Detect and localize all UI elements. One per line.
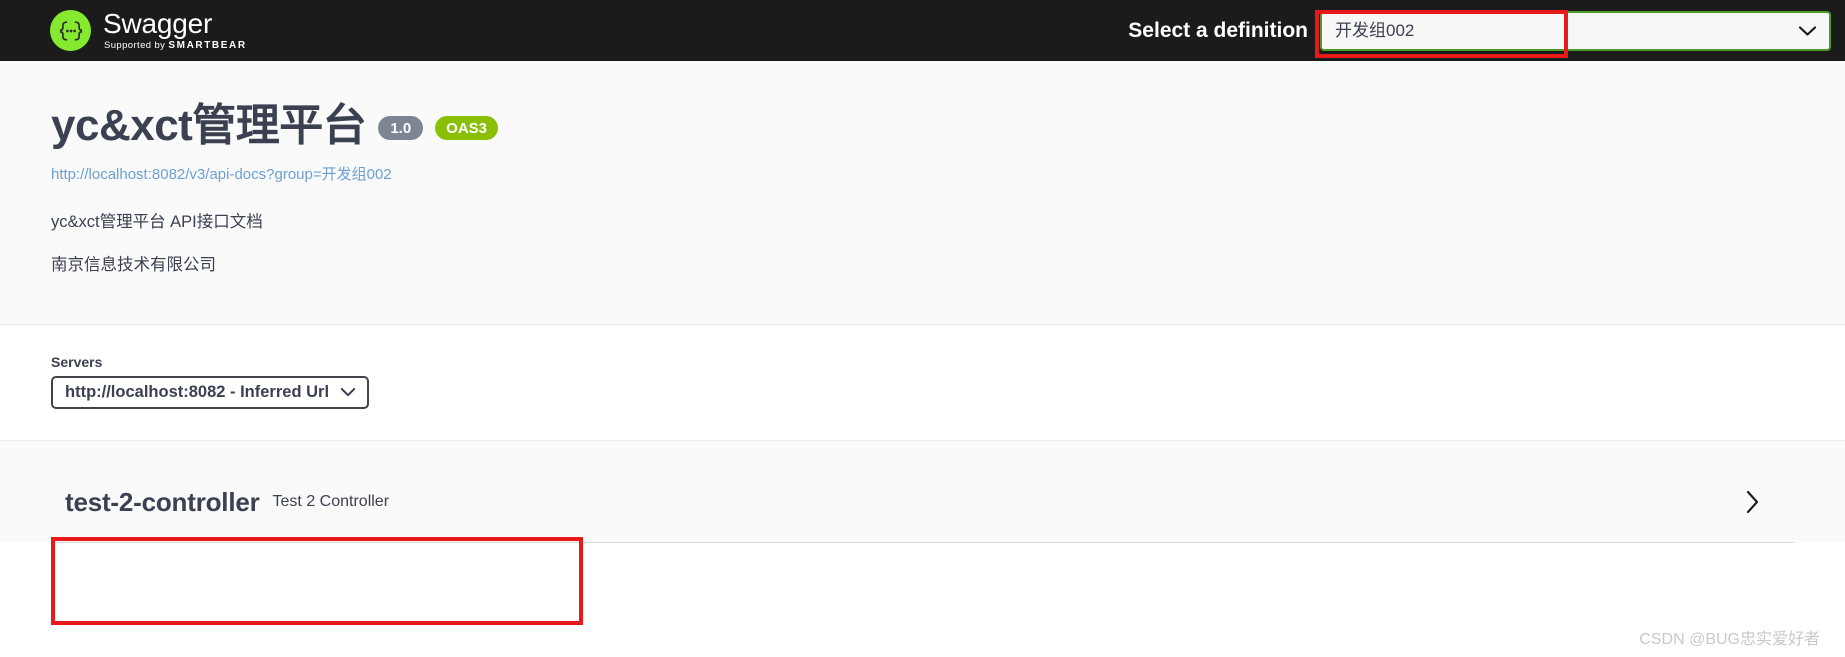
server-select[interactable]: http://localhost:8082 - Inferred Url: [51, 375, 369, 409]
server-select-wrap: http://localhost:8082 - Inferred Url: [51, 375, 369, 409]
watermark: CSDN @BUG忠实爱好者: [1639, 631, 1820, 648]
api-description-line-1: yc&xct管理平台 API接口文档: [51, 213, 263, 232]
smartbear-name: SMARTBEAR: [168, 40, 247, 51]
api-title-row: yc&xct管理平台 1.0 OAS3: [51, 101, 1794, 150]
swagger-braces-logo-icon: [50, 10, 91, 51]
topbar: Swagger Supported by SMARTBEAR Select a …: [0, 0, 1845, 61]
tag-header-test-2-controller[interactable]: test-2-controller Test 2 Controller: [51, 463, 1794, 543]
oas-badge: OAS3: [435, 116, 499, 141]
select-definition-label: Select a definition: [1128, 18, 1308, 42]
page-title: yc&xct管理平台: [51, 101, 367, 150]
operations-tags-section: test-2-controller Test 2 Controller: [0, 440, 1845, 543]
definition-select-wrap: 开发组002: [1320, 10, 1831, 51]
api-docs-link[interactable]: http://localhost:8082/v3/api-docs?group=…: [51, 163, 1794, 184]
supported-prefix: Supported by: [104, 40, 166, 51]
tag-description: Test 2 Controller: [272, 493, 390, 511]
brand-text: Swagger Supported by SMARTBEAR: [103, 10, 247, 51]
chevron-right-icon[interactable]: [1744, 488, 1761, 516]
servers-section: Servers http://localhost:8082 - Inferred…: [0, 324, 1845, 441]
tag-name[interactable]: test-2-controller: [65, 487, 260, 518]
api-info-container: yc&xct管理平台 1.0 OAS3 http://localhost:808…: [0, 101, 1845, 276]
version-badge: 1.0: [378, 116, 424, 141]
servers-container: Servers http://localhost:8082 - Inferred…: [0, 354, 1845, 409]
brand-supported-by: Supported by SMARTBEAR: [104, 41, 247, 51]
swagger-brand[interactable]: Swagger Supported by SMARTBEAR: [50, 10, 247, 51]
servers-label: Servers: [51, 353, 103, 370]
api-description-line-2: 南京信息技术有限公司: [51, 255, 216, 274]
definition-selector-group: Select a definition 开发组002: [1128, 10, 1831, 51]
api-info-section: yc&xct管理平台 1.0 OAS3 http://localhost:808…: [0, 61, 1845, 325]
annotation-rect-controller: [51, 537, 583, 625]
definition-select[interactable]: 开发组002: [1320, 10, 1831, 51]
brand-name: Swagger: [103, 8, 213, 39]
